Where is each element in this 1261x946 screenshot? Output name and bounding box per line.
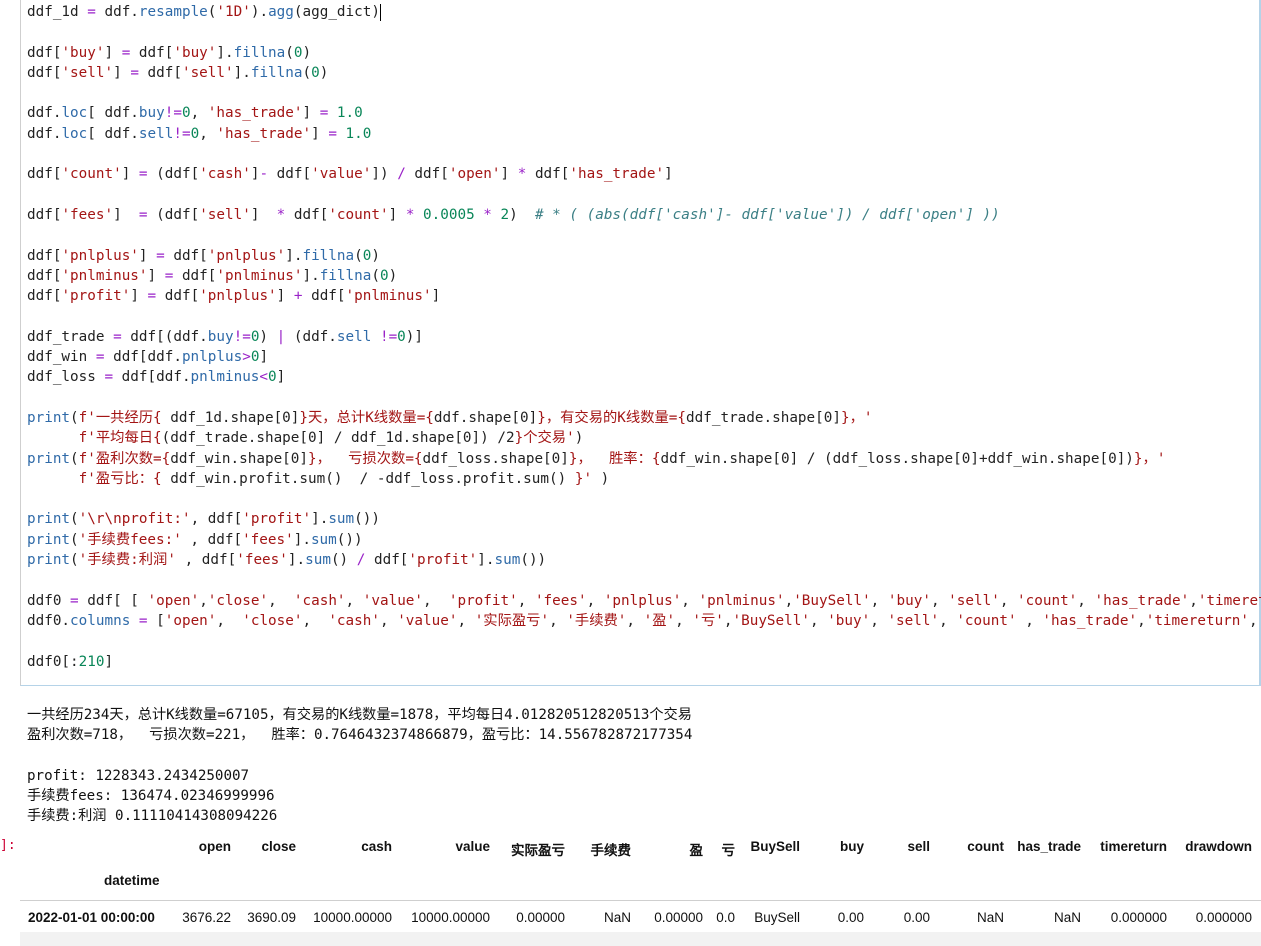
code-line[interactable]: f'盈亏比：{ ddf_win.profit.sum() / -ddf_loss…	[27, 469, 1261, 489]
code-editor[interactable]: ddf_1d = ddf.resample('1D').agg(agg_dict…	[27, 2, 1261, 672]
row-index: 2022-01-01 00:00:00	[28, 910, 155, 925]
code-line[interactable]: ddf['fees'] = (ddf['sell'] * ddf['count'…	[27, 205, 1261, 225]
code-line[interactable]	[27, 489, 1261, 509]
column-header: 亏	[721, 843, 736, 858]
code-line[interactable]: ddf.loc[ ddf.sell!=0, 'has_trade'] = 1.0	[27, 124, 1261, 144]
output-line: 手续费:利润 0.11110414308094226	[27, 808, 278, 825]
table-cell: 0.0	[716, 910, 735, 925]
code-line[interactable]: print(f'盈利次数={ddf_win.shape[0]}， 亏损次数={d…	[27, 449, 1261, 469]
table-cell: 0.00000	[654, 910, 703, 925]
code-line[interactable]: ddf['pnlminus'] = ddf['pnlminus'].fillna…	[27, 266, 1261, 286]
column-header: 手续费	[590, 843, 632, 858]
table-cell: 0.00	[837, 910, 864, 925]
output-line: 手续费fees: 136474.02346999996	[27, 788, 275, 805]
table-row: 2022-01-01 00:00:00 3676.22 3690.09 10000.0…	[20, 901, 1261, 935]
table-cell: NaN	[976, 910, 1004, 925]
column-header: buy	[839, 839, 864, 854]
table-cell: BuySell	[754, 910, 800, 925]
text-cursor	[379, 3, 381, 21]
code-line[interactable]: print(f'一共经历{ ddf_1d.shape[0]}天，总计K线数量={…	[27, 408, 1261, 428]
table-cell: NaN	[1053, 910, 1081, 925]
dataframe-output: open close cash value 实际盈亏 手续费 盈 亏 BuySell buy sel…	[20, 830, 1261, 935]
code-line[interactable]: print('手续费:利润' , ddf['fees'].sum() / ddf…	[27, 550, 1261, 570]
code-line[interactable]: ddf['count'] = (ddf['cash']- ddf['value'…	[27, 164, 1261, 184]
stream-output: 一共经历234天，总计K线数量=67105，有交易的K线数量=1878，平均每日…	[27, 705, 692, 827]
code-line[interactable]: ddf0.columns = ['open', 'close', 'cash',…	[27, 611, 1261, 631]
scroll-area[interactable]	[20, 932, 1261, 946]
code-line[interactable]	[27, 225, 1261, 245]
column-header: count	[967, 839, 1004, 854]
output-line: profit: 1228343.2434250007	[27, 767, 250, 784]
column-header: BuySell	[750, 839, 800, 854]
column-header: timereturn	[1100, 839, 1167, 854]
column-header: has_trade	[1017, 839, 1081, 854]
table-cell: 10000.00000	[313, 910, 392, 925]
code-line[interactable]: ddf['sell'] = ddf['sell'].fillna(0)	[27, 63, 1261, 83]
code-line[interactable]	[27, 388, 1261, 408]
output-line: 一共经历234天，总计K线数量=67105，有交易的K线数量=1878，平均每日…	[27, 707, 692, 723]
code-line[interactable]: f'平均每日{(ddf_trade.shape[0] / ddf_1d.shap…	[27, 428, 1261, 448]
column-header: 实际盈亏	[511, 843, 565, 858]
code-line[interactable]	[27, 83, 1261, 103]
code-line[interactable]: print('手续费fees:' , ddf['fees'].sum())	[27, 530, 1261, 550]
code-line[interactable]	[27, 22, 1261, 42]
column-header: sell	[907, 839, 930, 854]
table-cell: 0.000000	[1110, 910, 1167, 925]
code-line[interactable]: ddf_loss = ddf[ddf.pnlminus<0]	[27, 367, 1261, 387]
table-cell: 0.00000	[516, 910, 565, 925]
column-header: value	[455, 839, 490, 854]
code-line[interactable]	[27, 185, 1261, 205]
code-line[interactable]: ddf_trade = ddf[(ddf.buy!=0) | (ddf.sell…	[27, 327, 1261, 347]
code-line[interactable]: ddf['pnlplus'] = ddf['pnlplus'].fillna(0…	[27, 246, 1261, 266]
table-cell: 0.000000	[1195, 910, 1252, 925]
table-cell: NaN	[603, 910, 631, 925]
code-line[interactable]: ddf_win = ddf[ddf.pnlplus>0]	[27, 347, 1261, 367]
table-cell: 3690.09	[247, 910, 296, 925]
code-line[interactable]: ddf['buy'] = ddf['buy'].fillna(0)	[27, 43, 1261, 63]
code-line[interactable]: ddf['profit'] = ddf['pnlplus'] + ddf['pn…	[27, 286, 1261, 306]
column-header: drawdown	[1185, 839, 1252, 854]
column-header: cash	[361, 839, 392, 854]
table-body: 2022-01-01 00:00:00 3676.22 3690.09 10000.0…	[20, 901, 1261, 935]
code-line[interactable]: ddf_1d = ddf.resample('1D').agg(agg_dict…	[27, 2, 1261, 22]
table-cell: 3676.22	[182, 910, 231, 925]
code-line[interactable]: ddf0[:210]	[27, 652, 1261, 672]
code-line[interactable]	[27, 306, 1261, 326]
code-line[interactable]: print('\r\nprofit:', ddf['profit'].sum()…	[27, 509, 1261, 529]
output-line: 盈利次数=718， 亏损次数=221， 胜率：0.764643237486687…	[27, 727, 693, 744]
code-line[interactable]	[27, 570, 1261, 590]
column-header: open	[198, 839, 231, 854]
output-prompt: ]:	[0, 838, 16, 853]
table-cell: 10000.00000	[411, 910, 490, 925]
index-name: datetime	[104, 873, 160, 888]
code-line[interactable]	[27, 631, 1261, 651]
table-index-row: datetime	[20, 864, 1261, 901]
code-line[interactable]: ddf0 = ddf[ [ 'open','close', 'cash', 'v…	[27, 591, 1261, 611]
column-header: close	[261, 839, 296, 854]
code-line[interactable]	[27, 144, 1261, 164]
code-line[interactable]: ddf.loc[ ddf.buy!=0, 'has_trade'] = 1.0	[27, 103, 1261, 123]
table-header-row: open close cash value 实际盈亏 手续费 盈 亏 BuySell buy sel…	[20, 830, 1261, 864]
column-header: 盈	[689, 843, 704, 858]
table-cell: 0.00	[903, 910, 930, 925]
